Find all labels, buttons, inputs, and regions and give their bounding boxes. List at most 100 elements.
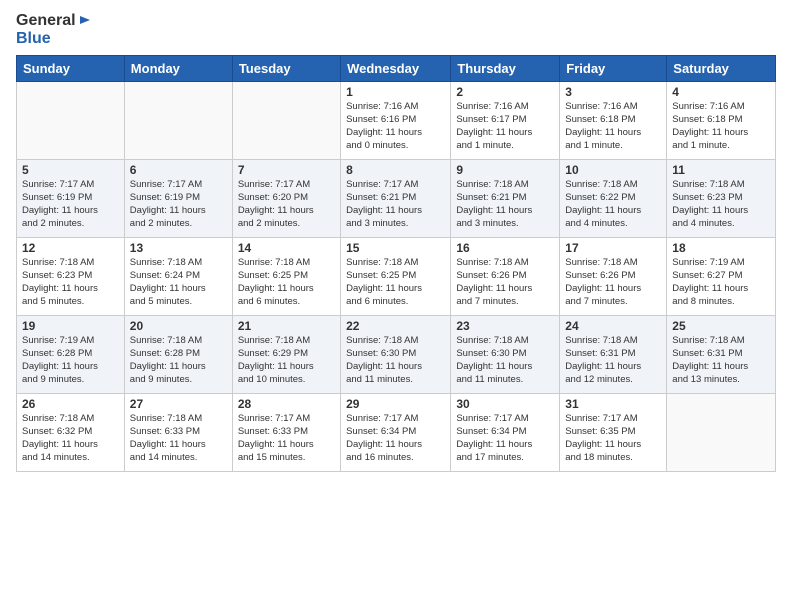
day-number: 3 (565, 85, 661, 99)
day-info: Sunrise: 7:17 AMSunset: 6:21 PMDaylight:… (346, 179, 445, 230)
day-info: Sunrise: 7:17 AMSunset: 6:19 PMDaylight:… (22, 179, 119, 230)
logo-general: General (16, 12, 76, 30)
day-info: Sunrise: 7:19 AMSunset: 6:27 PMDaylight:… (672, 257, 770, 308)
calendar-cell: 8 Sunrise: 7:17 AMSunset: 6:21 PMDaylight… (341, 160, 451, 238)
day-header-monday: Monday (124, 56, 232, 82)
calendar-cell: 17Sunrise: 7:18 AMSunset: 6:26 PMDayligh… (560, 238, 667, 316)
day-number: 18 (672, 241, 770, 255)
day-number: 1 (346, 85, 445, 99)
day-number: 9 (456, 163, 554, 177)
calendar-cell: 20 Sunrise: 7:18 AMSunset: 6:28 PMDayligh… (124, 316, 232, 394)
day-number: 13 (130, 241, 227, 255)
calendar-cell: 1 Sunrise: 7:16 AMSunset: 6:16 PMDaylight… (341, 82, 451, 160)
day-number: 21 (238, 319, 335, 333)
day-info: Sunrise: 7:17 AMSunset: 6:20 PMDaylight:… (238, 179, 335, 230)
day-number: 23 (456, 319, 554, 333)
day-number: 24 (565, 319, 661, 333)
calendar-cell: 24 Sunrise: 7:18 AMSunset: 6:31 PMDayligh… (560, 316, 667, 394)
calendar-cell: 27 Sunrise: 7:18 AMSunset: 6:33 PMDayligh… (124, 394, 232, 472)
day-info: Sunrise: 7:18 AMSunset: 6:21 PMDaylight:… (456, 179, 554, 230)
day-info: Sunrise: 7:18 AMSunset: 6:29 PMDaylight:… (238, 335, 335, 386)
day-info: Sunrise: 7:18 AMSunset: 6:26 PMDaylight:… (456, 257, 554, 308)
day-info: Sunrise: 7:17 AMSunset: 6:35 PMDaylight:… (565, 413, 661, 464)
day-number: 7 (238, 163, 335, 177)
day-number: 20 (130, 319, 227, 333)
calendar-cell: 16 Sunrise: 7:18 AMSunset: 6:26 PMDayligh… (451, 238, 560, 316)
calendar-cell (232, 82, 340, 160)
day-info: Sunrise: 7:16 AMSunset: 6:17 PMDaylight:… (456, 101, 554, 152)
day-number: 5 (22, 163, 119, 177)
calendar-cell: 22Sunrise: 7:18 AMSunset: 6:30 PMDayligh… (341, 316, 451, 394)
calendar-cell: 15 Sunrise: 7:18 AMSunset: 6:25 PMDayligh… (341, 238, 451, 316)
calendar-cell: 9 Sunrise: 7:18 AMSunset: 6:21 PMDaylight… (451, 160, 560, 238)
calendar-body: 1 Sunrise: 7:16 AMSunset: 6:16 PMDaylight… (17, 82, 776, 472)
day-number: 6 (130, 163, 227, 177)
day-number: 10 (565, 163, 661, 177)
calendar-cell: 19 Sunrise: 7:19 AMSunset: 6:28 PMDayligh… (17, 316, 125, 394)
day-header-sunday: Sunday (17, 56, 125, 82)
day-info: Sunrise: 7:18 AMSunset: 6:31 PMDaylight:… (565, 335, 661, 386)
day-number: 4 (672, 85, 770, 99)
day-number: 16 (456, 241, 554, 255)
day-number: 15 (346, 241, 445, 255)
day-number: 17 (565, 241, 661, 255)
day-info: Sunrise: 7:17 AMSunset: 6:34 PMDaylight:… (346, 413, 445, 464)
day-info: Sunrise: 7:18 AMSunset: 6:24 PMDaylight:… (130, 257, 227, 308)
calendar-week-row: 12Sunrise: 7:18 AMSunset: 6:23 PMDayligh… (17, 238, 776, 316)
day-number: 27 (130, 397, 227, 411)
day-number: 19 (22, 319, 119, 333)
calendar-week-row: 19 Sunrise: 7:19 AMSunset: 6:28 PMDayligh… (17, 316, 776, 394)
calendar-cell: 2Sunrise: 7:16 AMSunset: 6:17 PMDaylight… (451, 82, 560, 160)
calendar-cell: 28Sunrise: 7:17 AMSunset: 6:33 PMDayligh… (232, 394, 340, 472)
day-info: Sunrise: 7:18 AMSunset: 6:28 PMDaylight:… (130, 335, 227, 386)
day-info: Sunrise: 7:19 AMSunset: 6:28 PMDaylight:… (22, 335, 119, 386)
calendar-table: SundayMondayTuesdayWednesdayThursdayFrid… (16, 55, 776, 472)
day-info: Sunrise: 7:16 AMSunset: 6:18 PMDaylight:… (565, 101, 661, 152)
day-info: Sunrise: 7:18 AMSunset: 6:30 PMDaylight:… (456, 335, 554, 386)
logo-blue: Blue (16, 30, 92, 48)
day-info: Sunrise: 7:18 AMSunset: 6:33 PMDaylight:… (130, 413, 227, 464)
calendar-cell: 7 Sunrise: 7:17 AMSunset: 6:20 PMDaylight… (232, 160, 340, 238)
calendar-cell: 12Sunrise: 7:18 AMSunset: 6:23 PMDayligh… (17, 238, 125, 316)
day-number: 12 (22, 241, 119, 255)
calendar-cell: 4Sunrise: 7:16 AMSunset: 6:18 PMDaylight… (667, 82, 776, 160)
calendar-cell: 31Sunrise: 7:17 AMSunset: 6:35 PMDayligh… (560, 394, 667, 472)
day-header-saturday: Saturday (667, 56, 776, 82)
day-header-wednesday: Wednesday (341, 56, 451, 82)
calendar-cell: 30Sunrise: 7:17 AMSunset: 6:34 PMDayligh… (451, 394, 560, 472)
logo-flag-icon (78, 14, 92, 28)
day-info: Sunrise: 7:18 AMSunset: 6:31 PMDaylight:… (672, 335, 770, 386)
day-info: Sunrise: 7:16 AMSunset: 6:16 PMDaylight:… (346, 101, 445, 152)
calendar-cell: 6Sunrise: 7:17 AMSunset: 6:19 PMDaylight… (124, 160, 232, 238)
day-info: Sunrise: 7:18 AMSunset: 6:25 PMDaylight:… (346, 257, 445, 308)
day-number: 14 (238, 241, 335, 255)
day-number: 30 (456, 397, 554, 411)
calendar-cell (124, 82, 232, 160)
day-info: Sunrise: 7:18 AMSunset: 6:22 PMDaylight:… (565, 179, 661, 230)
calendar-cell: 29Sunrise: 7:17 AMSunset: 6:34 PMDayligh… (341, 394, 451, 472)
logo-svg: General Blue (16, 12, 92, 47)
calendar-cell: 10 Sunrise: 7:18 AMSunset: 6:22 PMDayligh… (560, 160, 667, 238)
day-info: Sunrise: 7:18 AMSunset: 6:30 PMDaylight:… (346, 335, 445, 386)
calendar-cell: 14 Sunrise: 7:18 AMSunset: 6:25 PMDayligh… (232, 238, 340, 316)
logo: General Blue (16, 12, 92, 47)
day-header-thursday: Thursday (451, 56, 560, 82)
calendar-header-row: SundayMondayTuesdayWednesdayThursdayFrid… (17, 56, 776, 82)
calendar-cell (667, 394, 776, 472)
calendar-cell (17, 82, 125, 160)
calendar-cell: 5 Sunrise: 7:17 AMSunset: 6:19 PMDaylight… (17, 160, 125, 238)
calendar-cell: 26Sunrise: 7:18 AMSunset: 6:32 PMDayligh… (17, 394, 125, 472)
day-info: Sunrise: 7:17 AMSunset: 6:33 PMDaylight:… (238, 413, 335, 464)
day-info: Sunrise: 7:18 AMSunset: 6:25 PMDaylight:… (238, 257, 335, 308)
calendar-week-row: 26Sunrise: 7:18 AMSunset: 6:32 PMDayligh… (17, 394, 776, 472)
calendar-cell: 23 Sunrise: 7:18 AMSunset: 6:30 PMDayligh… (451, 316, 560, 394)
calendar-week-row: 5 Sunrise: 7:17 AMSunset: 6:19 PMDaylight… (17, 160, 776, 238)
calendar-cell: 11Sunrise: 7:18 AMSunset: 6:23 PMDayligh… (667, 160, 776, 238)
calendar-cell: 25 Sunrise: 7:18 AMSunset: 6:31 PMDayligh… (667, 316, 776, 394)
day-info: Sunrise: 7:18 AMSunset: 6:23 PMDaylight:… (672, 179, 770, 230)
day-header-tuesday: Tuesday (232, 56, 340, 82)
day-number: 25 (672, 319, 770, 333)
calendar-cell: 13 Sunrise: 7:18 AMSunset: 6:24 PMDayligh… (124, 238, 232, 316)
calendar-cell: 18 Sunrise: 7:19 AMSunset: 6:27 PMDayligh… (667, 238, 776, 316)
day-number: 8 (346, 163, 445, 177)
